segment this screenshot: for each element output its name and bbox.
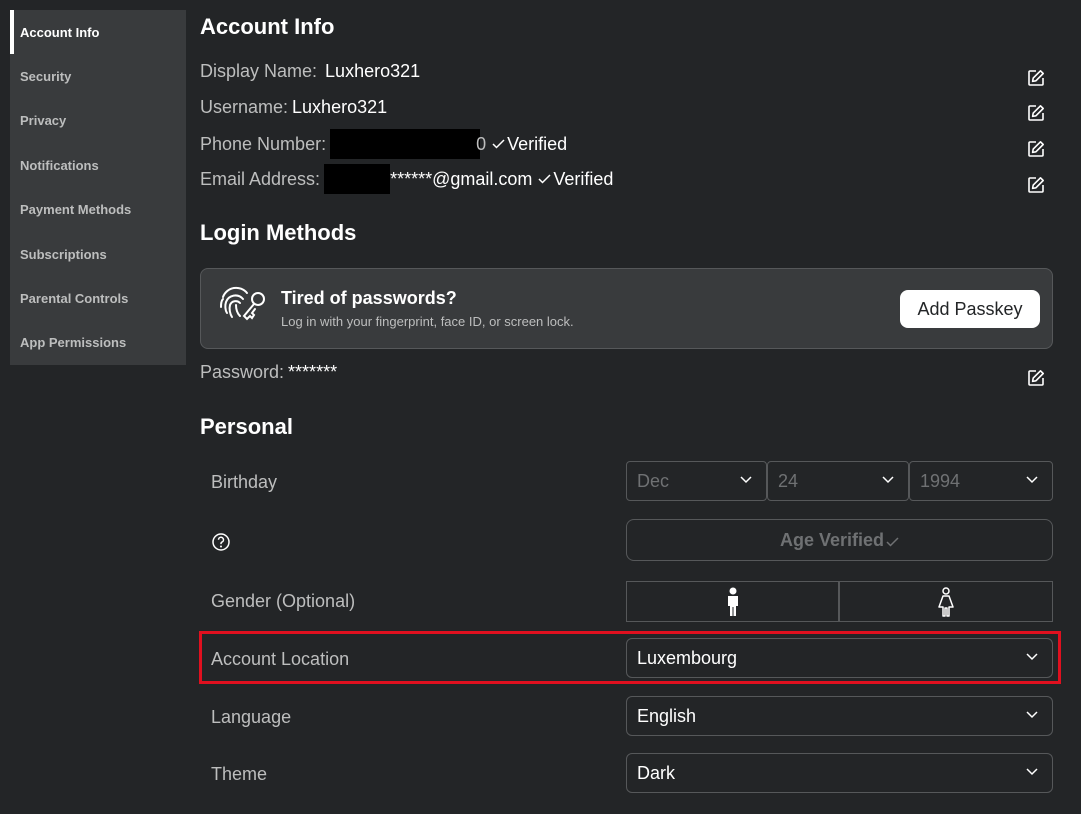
gender-male-button[interactable] [626,581,839,622]
login-methods-title: Login Methods [200,220,357,245]
sidebar-item-label: Security [20,68,72,84]
redaction-box [324,164,391,194]
main-content: Account Info Display Name: Luxhero321 Us… [199,0,1061,814]
sidebar-item-payment-methods[interactable]: Payment Methods [10,187,186,231]
password-label: Password: [200,362,285,382]
sidebar-nav: Account Info Security Privacy Notificati… [10,10,186,365]
sidebar-item-security[interactable]: Security [10,54,186,98]
account-location-label: Account Location [211,649,350,669]
edit-display-name-icon[interactable] [1027,69,1045,87]
gender-female-button[interactable] [839,581,1053,622]
email-row: Email Address: ******@gmail.com Verified [200,164,613,194]
birthday-month-select[interactable]: Dec [626,461,767,501]
passkey-title: Tired of passwords? [281,288,457,308]
passkey-card: Tired of passwords? Log in with your fin… [200,268,1053,349]
chevron-down-icon [1026,476,1038,484]
language-label: Language [211,707,292,727]
sidebar-item-label: Subscriptions [20,246,107,262]
age-verified-text: Age Verified [779,529,885,550]
checkmark-icon [492,139,505,149]
passkey-subtitle: Log in with your fingerprint, face ID, o… [281,314,574,329]
sidebar-item-app-permissions[interactable]: App Permissions [10,320,186,364]
chevron-down-icon [740,476,752,484]
personal-title: Personal [200,414,293,439]
sidebar-item-label: Privacy [20,112,67,128]
age-verified-button[interactable]: Age Verified [626,519,1053,561]
checkmark-icon [886,537,899,547]
sidebar-item-label: Notifications [20,157,99,173]
sidebar-item-label: Account Info [20,24,100,40]
email-value: ******@gmail.com [390,168,533,189]
birthday-day-value: 24 [778,470,799,491]
chevron-down-icon [1026,768,1038,776]
phone-verified-badge: Verified [492,134,567,155]
sidebar-item-notifications[interactable]: Notifications [10,143,186,187]
display-name-value: Luxhero321 [325,61,421,81]
birthday-day-select[interactable]: 24 [767,461,909,501]
edit-password-icon[interactable] [1027,369,1045,387]
phone-label: Phone Number: [200,133,327,154]
theme-label: Theme [211,764,268,784]
phone-verified-text: Verified [507,133,568,154]
phone-value-tail: 0 [476,133,487,154]
female-icon [938,586,954,617]
account-info-title: Account Info [200,14,335,39]
chevron-down-icon [1026,653,1038,661]
chevron-down-icon [1026,711,1038,719]
fingerprint-key-icon [220,286,265,321]
edit-username-icon[interactable] [1027,104,1045,122]
male-icon [727,587,738,616]
sidebar-item-account-info[interactable]: Account Info [10,10,186,54]
email-label: Email Address: [200,168,321,189]
birthday-label: Birthday [211,472,278,492]
username-value: Luxhero321 [292,97,388,117]
account-location-select[interactable]: Luxembourg [626,638,1053,678]
password-row: Password: ******* [200,362,337,383]
gender-label: Gender (Optional) [211,591,356,611]
add-passkey-button[interactable]: Add Passkey [900,290,1040,328]
display-name-row: Display Name: Luxhero321 [200,61,420,82]
chevron-down-icon [882,476,894,484]
username-label: Username: [200,97,289,117]
password-value: ******* [288,362,338,382]
phone-row: Phone Number: 0 Verified [200,129,567,159]
sidebar-item-label: App Permissions [20,334,127,350]
sidebar-item-subscriptions[interactable]: Subscriptions [10,232,186,276]
edit-phone-icon[interactable] [1027,140,1045,158]
language-value: English [637,705,697,726]
birthday-year-select[interactable]: 1994 [909,461,1053,501]
sidebar-item-privacy[interactable]: Privacy [10,98,186,142]
theme-value: Dark [637,762,676,783]
sidebar-item-label: Payment Methods [20,201,132,217]
display-name-label: Display Name: [200,61,318,81]
birthday-month-value: Dec [637,470,670,491]
checkmark-icon [538,174,551,184]
redaction-box [330,129,481,159]
email-verified-text: Verified [553,168,614,189]
sidebar-item-label: Parental Controls [20,290,129,306]
account-location-value: Luxembourg [637,647,738,668]
username-row: Username: Luxhero321 [200,97,387,118]
edit-email-icon[interactable] [1027,176,1045,194]
theme-select[interactable]: Dark [626,753,1053,793]
help-circle-icon[interactable] [211,532,231,552]
language-select[interactable]: English [626,696,1053,736]
sidebar-item-parental-controls[interactable]: Parental Controls [10,276,186,320]
email-verified-badge: Verified [538,169,613,190]
birthday-year-value: 1994 [920,470,961,491]
